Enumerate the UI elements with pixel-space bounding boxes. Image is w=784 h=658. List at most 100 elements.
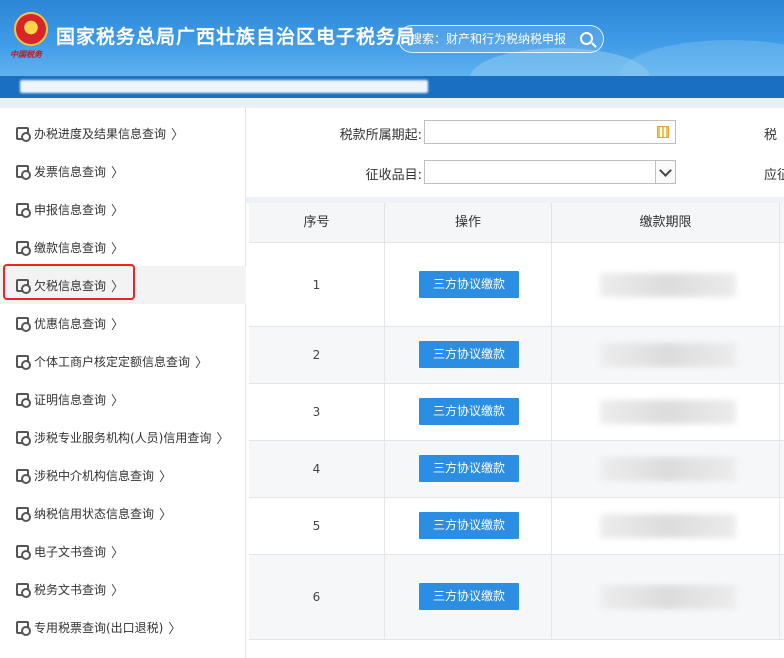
tripartite-payment-button[interactable]: 三方协议缴款 <box>419 583 519 610</box>
doc-search-icon <box>16 354 31 370</box>
blurred-deadline <box>600 343 736 367</box>
query-filter-panel: 税款所属期起: 税 征收品目: 应征 <box>246 108 784 198</box>
table-row: 1 三方协议缴款 <box>249 243 784 327</box>
right-filter-label-1: 税 <box>764 128 778 143</box>
sidebar-item-label: 申报信息查询 <box>34 202 107 217</box>
sidebar: 办税进度及结果信息查询 〉 发票信息查询 〉 申报信息查询 〉 缴款信息查询 〉… <box>0 108 246 658</box>
sidebar-item-credit-status-query[interactable]: 纳税信用状态信息查询 〉 <box>0 494 246 532</box>
sidebar-item-label: 办税进度及结果信息查询 <box>34 126 167 141</box>
tripartite-payment-button[interactable]: 三方协议缴款 <box>419 398 519 425</box>
sidebar-item-edoc-query[interactable]: 电子文书查询 〉 <box>0 532 246 570</box>
blurred-user-info <box>20 80 428 93</box>
sidebar-item-progress-query[interactable]: 办税进度及结果信息查询 〉 <box>0 114 246 152</box>
column-header-index: 序号 <box>249 203 385 243</box>
search-input[interactable]: 搜索：财产和行为税纳税申报 <box>398 25 604 53</box>
credit-search-icon <box>16 506 31 522</box>
sidebar-item-label: 优惠信息查询 <box>34 316 107 331</box>
row-deadline-cell <box>552 555 780 639</box>
sidebar-item-export-ticket-query[interactable]: 专用税票查询(出口退税) 〉 <box>0 608 246 646</box>
chevron-right-icon: 〉 <box>171 127 185 143</box>
table-row: 2 三方协议缴款 <box>249 327 784 384</box>
sidebar-item-label: 税务文书查询 <box>34 582 107 597</box>
row-index: 1 <box>249 243 385 326</box>
row-action-cell: 三方协议缴款 <box>385 384 552 440</box>
chevron-right-icon: 〉 <box>159 507 173 523</box>
sidebar-item-agency-credit-query[interactable]: 涉税专业服务机构(人员)信用查询 〉 <box>0 418 246 456</box>
blurred-deadline <box>600 457 736 481</box>
sidebar-item-payment-query[interactable]: 缴款信息查询 〉 <box>0 228 246 266</box>
sidebar-item-label: 涉税中介机构信息查询 <box>34 468 155 483</box>
chevron-right-icon: 〉 <box>111 583 125 599</box>
chevron-right-icon: 〉 <box>111 317 125 333</box>
period-start-label: 税款所属期起: <box>339 128 422 143</box>
row-action-cell: 三方协议缴款 <box>385 555 552 639</box>
table-row: 6 三方协议缴款 <box>249 555 784 640</box>
row-deadline-cell <box>552 441 780 497</box>
blurred-deadline <box>600 273 736 297</box>
row-action-cell: 三方协议缴款 <box>385 243 552 326</box>
row-index: 2 <box>249 327 385 383</box>
search-placeholder: 搜索：财产和行为税纳税申报 <box>410 32 567 46</box>
highlight-annotation <box>3 264 135 300</box>
chevron-right-icon: 〉 <box>111 393 125 409</box>
row-index: 6 <box>249 555 385 639</box>
search-icon[interactable] <box>580 32 593 45</box>
chevron-right-icon: 〉 <box>111 545 125 561</box>
site-title: 国家税务总局广西壮族自治区电子税务局 <box>56 26 417 48</box>
sidebar-item-certificate-query[interactable]: 证明信息查询 〉 <box>0 380 246 418</box>
blurred-deadline <box>600 514 736 538</box>
agency-search-icon <box>16 468 31 484</box>
user-info-bar <box>0 76 784 98</box>
blurred-deadline <box>600 585 736 609</box>
sidebar-item-label: 证明信息查询 <box>34 392 107 407</box>
row-deadline-cell <box>552 498 780 554</box>
chevron-right-icon: 〉 <box>111 165 125 181</box>
row-deadline-cell <box>552 327 780 383</box>
sidebar-item-agency-info-query[interactable]: 涉税中介机构信息查询 〉 <box>0 456 246 494</box>
collection-item-select[interactable] <box>424 160 676 184</box>
calendar-icon[interactable] <box>657 126 669 138</box>
tripartite-payment-button[interactable]: 三方协议缴款 <box>419 455 519 482</box>
sidebar-item-invoice-query[interactable]: 发票信息查询 〉 <box>0 152 246 190</box>
row-index: 4 <box>249 441 385 497</box>
header-separator <box>0 98 784 108</box>
tripartite-payment-button[interactable]: 三方协议缴款 <box>419 512 519 539</box>
sidebar-item-preferential-query[interactable]: 优惠信息查询 〉 <box>0 304 246 342</box>
declaration-search-icon <box>16 202 31 218</box>
tripartite-payment-button[interactable]: 三方协议缴款 <box>419 341 519 368</box>
row-action-cell: 三方协议缴款 <box>385 441 552 497</box>
sidebar-item-declaration-query[interactable]: 申报信息查询 〉 <box>0 190 246 228</box>
tripartite-payment-button[interactable]: 三方协议缴款 <box>419 271 519 298</box>
tax-emblem-icon <box>14 12 48 46</box>
chart-search-icon <box>16 316 31 332</box>
tax-doc-search-icon <box>16 582 31 598</box>
column-header-action: 操作 <box>385 203 552 243</box>
chevron-right-icon: 〉 <box>111 241 125 257</box>
chevron-down-icon[interactable] <box>655 161 675 183</box>
certificate-search-icon <box>16 392 31 408</box>
sidebar-item-individual-quota-query[interactable]: 个体工商户核定定额信息查询 〉 <box>0 342 246 380</box>
table-row: 5 三方协议缴款 <box>249 498 784 555</box>
column-header-deadline: 缴款期限 <box>552 203 780 243</box>
sidebar-item-label: 纳税信用状态信息查询 <box>34 506 155 521</box>
row-action-cell: 三方协议缴款 <box>385 327 552 383</box>
sidebar-item-label: 发票信息查询 <box>34 164 107 179</box>
chevron-right-icon: 〉 <box>168 621 182 637</box>
table-row: 3 三方协议缴款 <box>249 384 784 441</box>
search-doc-icon <box>16 126 31 142</box>
edoc-search-icon <box>16 544 31 560</box>
sidebar-item-label: 电子文书查询 <box>34 544 107 559</box>
row-action-cell: 三方协议缴款 <box>385 498 552 554</box>
chevron-right-icon: 〉 <box>111 203 125 219</box>
collection-item-label: 征收品目: <box>365 168 422 183</box>
sidebar-item-label: 缴款信息查询 <box>34 240 107 255</box>
row-index: 3 <box>249 384 385 440</box>
period-start-input[interactable] <box>424 120 676 144</box>
ticket-search-icon <box>16 620 31 636</box>
agency-search-icon <box>16 430 31 446</box>
sidebar-item-label: 涉税专业服务机构(人员)信用查询 <box>34 430 212 445</box>
sidebar-item-tax-doc-query[interactable]: 税务文书查询 〉 <box>0 570 246 608</box>
site-header: 中国税务 国家税务总局广西壮族自治区电子税务局 搜索：财产和行为税纳税申报 <box>0 0 784 76</box>
chevron-right-icon: 〉 <box>195 355 209 371</box>
blurred-deadline <box>600 400 736 424</box>
